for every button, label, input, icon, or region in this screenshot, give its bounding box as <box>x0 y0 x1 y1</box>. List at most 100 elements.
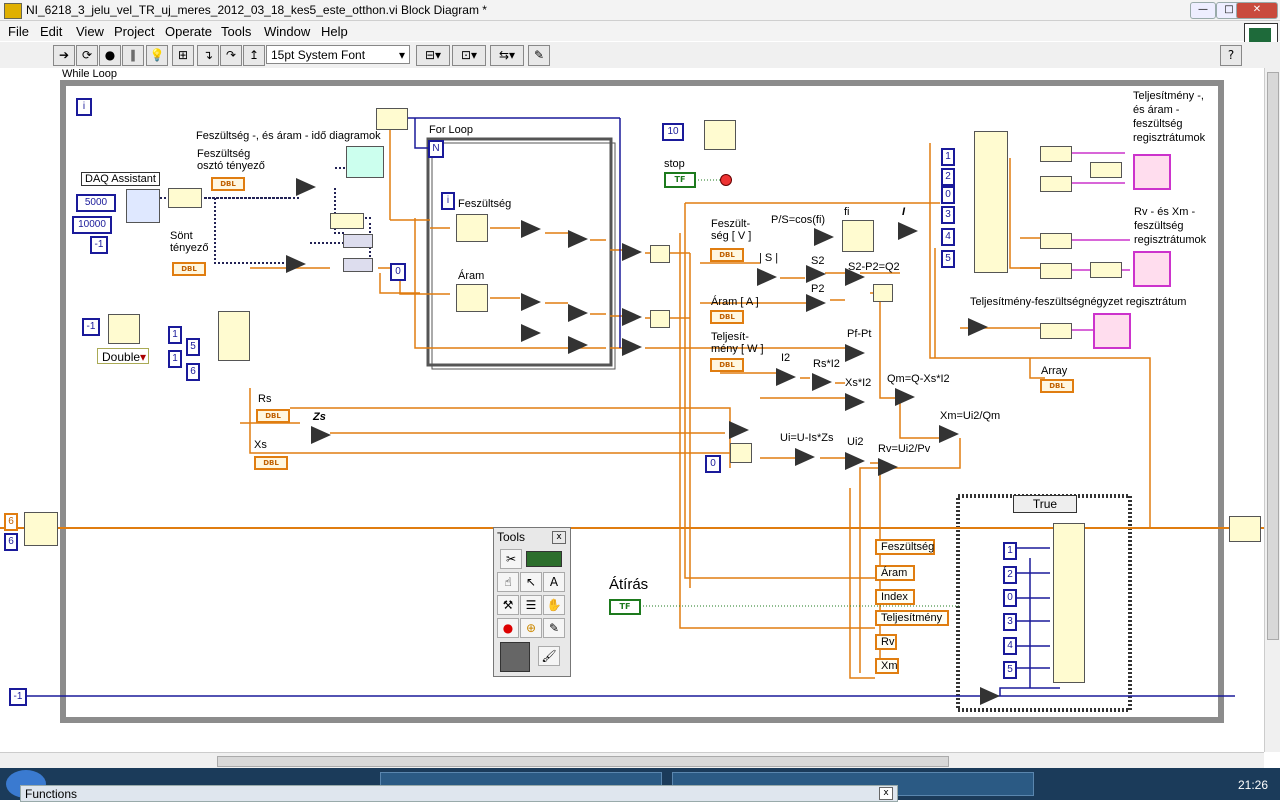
multiply-node-is[interactable] <box>729 421 749 439</box>
index-array-aram[interactable] <box>456 284 488 312</box>
atiras-button-terminal[interactable]: TF <box>609 599 641 615</box>
font-select[interactable]: 15pt System Font ▾ <box>266 45 410 64</box>
menu-window[interactable]: Window <box>264 24 310 39</box>
replace-array-subset[interactable] <box>1053 523 1085 683</box>
const-0[interactable]: 0 <box>390 263 406 281</box>
multiply-node-1[interactable] <box>296 178 316 196</box>
const-minus1-c[interactable]: -1 <box>9 688 27 706</box>
index-array-left[interactable] <box>218 311 250 361</box>
step-out-icon[interactable]: ↥ <box>243 45 265 66</box>
divide-node-1[interactable] <box>286 255 306 273</box>
bundle-reg1-a[interactable] <box>1040 146 1072 162</box>
multiply-node-2[interactable] <box>521 220 541 238</box>
const-idx-3[interactable]: 3 <box>941 206 955 224</box>
const-6[interactable]: 6 <box>186 363 200 381</box>
stop-terminal-icon[interactable] <box>720 174 732 186</box>
sine-waveform-node[interactable] <box>108 314 140 344</box>
const-5[interactable]: 5 <box>186 338 200 356</box>
menu-project[interactable]: Project <box>114 24 154 39</box>
menu-view[interactable]: View <box>76 24 104 39</box>
operate-tool-icon[interactable]: ☝ <box>497 572 519 592</box>
bundle-reg2-b[interactable] <box>1040 263 1072 279</box>
probe-tool-icon[interactable]: ⊕ <box>520 618 542 638</box>
build-array-reg1[interactable] <box>1090 162 1122 178</box>
vertical-scroll-thumb[interactable] <box>1267 72 1279 640</box>
menu-help[interactable]: Help <box>321 24 348 39</box>
breakpoint-tool-icon[interactable]: ● <box>497 618 519 638</box>
menu-edit[interactable]: Edit <box>40 24 62 39</box>
scroll-tool-icon[interactable]: ✋ <box>543 595 565 615</box>
automatic-tool-icon[interactable]: ✂ <box>500 549 522 569</box>
shift-register-init-a[interactable]: 6 <box>4 513 18 531</box>
multiply-node-xsi2[interactable] <box>845 393 865 411</box>
multiply-node-s[interactable] <box>757 268 777 286</box>
sqrt-node-2[interactable] <box>650 310 670 328</box>
shift-register-init-b[interactable]: 6 <box>4 533 18 551</box>
subtract-node-qm[interactable] <box>895 388 915 406</box>
label-tool-icon[interactable]: A <box>543 572 565 592</box>
bundle-reg2-a[interactable] <box>1040 233 1072 249</box>
case-idx-3[interactable]: 3 <box>1003 613 1017 631</box>
divide-node-xm[interactable] <box>939 425 959 443</box>
const-idx-4[interactable]: 4 <box>941 228 955 246</box>
set-color-tool-icon[interactable] <box>500 642 530 672</box>
acos-node[interactable] <box>842 220 874 252</box>
index-array-feszultseg[interactable] <box>456 214 488 242</box>
abort-icon[interactable]: ● <box>99 45 121 66</box>
bundle-node[interactable] <box>330 213 364 229</box>
increment-node[interactable] <box>980 687 1000 705</box>
minimize-button[interactable]: — <box>1190 2 1216 19</box>
multiply-node-i2[interactable] <box>776 368 796 386</box>
index-array-reg[interactable] <box>974 131 1008 273</box>
add-node-2[interactable] <box>568 304 588 322</box>
stop-button-terminal[interactable]: TF <box>664 172 696 188</box>
subtract-node-q2[interactable] <box>845 268 865 286</box>
divide-node-2[interactable] <box>622 243 642 261</box>
split-signals-node[interactable] <box>168 188 202 208</box>
multiply-node-3[interactable] <box>521 293 541 311</box>
multiply-node-reg3[interactable] <box>968 318 988 336</box>
clean-up-diagram-icon[interactable]: ✎ <box>528 45 550 66</box>
build-array-reg2[interactable] <box>1090 262 1122 278</box>
distribute-objects-icon[interactable]: ⊡▾ <box>452 45 486 66</box>
menu-operate[interactable]: Operate <box>165 24 212 39</box>
multiply-node-ui2[interactable] <box>845 452 865 470</box>
horizontal-scroll-thumb[interactable] <box>217 756 949 767</box>
auto-select-indicator-icon[interactable] <box>526 551 562 567</box>
menu-tools[interactable]: Tools <box>221 24 251 39</box>
add-node-3[interactable] <box>568 336 588 354</box>
vertical-scrollbar[interactable] <box>1264 68 1280 752</box>
case-idx-5[interactable]: 5 <box>1003 661 1017 679</box>
fesz-oszto-control[interactable]: DBL <box>211 177 245 191</box>
array-node-top[interactable] <box>376 108 408 130</box>
const-idx-2[interactable]: 2 <box>941 168 955 186</box>
waveform-graph-terminal[interactable] <box>346 146 384 178</box>
double-dropdown[interactable]: Double ▾ <box>97 348 149 364</box>
const-0-b[interactable]: 0 <box>705 455 721 473</box>
case-idx-2[interactable]: 2 <box>1003 566 1017 584</box>
case-idx-0[interactable]: 0 <box>1003 589 1017 607</box>
const-1[interactable]: 1 <box>168 326 182 344</box>
const-idx-1[interactable]: 1 <box>941 148 955 166</box>
waveform-graph-reg3[interactable] <box>1093 313 1131 349</box>
sont-control[interactable]: DBL <box>172 262 206 276</box>
const-minus1-a[interactable]: -1 <box>90 236 108 254</box>
tools-close-button[interactable]: x <box>552 531 566 544</box>
subtract-node-pfpt[interactable] <box>845 344 865 362</box>
step-over-icon[interactable]: ↷ <box>220 45 242 66</box>
reorder-icon[interactable]: ⇆▾ <box>490 45 524 66</box>
context-help-button[interactable]: ? <box>1220 45 1242 66</box>
block-diagram-canvas[interactable]: While Loop i Feszültség -, és áram - idő… <box>0 68 1264 752</box>
wiring-tool-icon[interactable]: ⚒ <box>497 595 519 615</box>
waveform-graph-reg2[interactable] <box>1133 251 1171 287</box>
complex-node-zs[interactable] <box>311 426 331 444</box>
sqrt-node-1[interactable] <box>650 245 670 263</box>
shortcut-menu-tool-icon[interactable]: ☰ <box>520 595 542 615</box>
waveform-output-2[interactable] <box>343 258 373 272</box>
subtract-node-ui[interactable] <box>795 448 815 466</box>
multiply-node-rsi2[interactable] <box>812 373 832 391</box>
divide-node-I[interactable] <box>898 222 918 240</box>
highlight-execution-icon[interactable]: 💡 <box>146 45 168 66</box>
const-idx-0[interactable]: 0 <box>941 186 955 204</box>
horizontal-scrollbar[interactable] <box>0 752 1264 769</box>
